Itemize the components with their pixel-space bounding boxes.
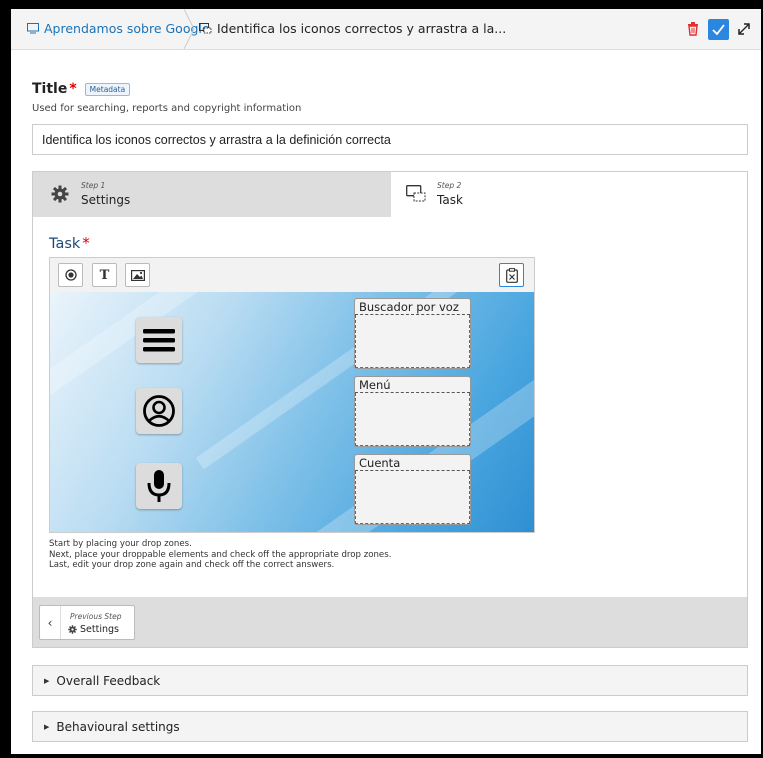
tab-task[interactable]: Step 2 Task xyxy=(391,172,747,217)
wizard-panel: Step 1 Settings Step 2 Task Task * T Bus… xyxy=(32,171,748,648)
help-line: Last, edit your drop zone again and chec… xyxy=(49,560,335,570)
editor-help-text: Start by placing your drop zones. Next, … xyxy=(49,539,391,571)
fullscreen-icon[interactable] xyxy=(737,22,751,36)
drop-zone[interactable]: Cuenta xyxy=(354,454,471,525)
tab-task-step: Step 2 xyxy=(437,181,462,190)
draggable-menu[interactable] xyxy=(136,317,182,363)
drag-drop-editor: T Buscador por voz Menú Cuenta xyxy=(49,257,535,533)
draggable-microphone[interactable] xyxy=(136,463,182,509)
chevron-left-icon: ‹ xyxy=(40,606,61,639)
drop-zone-area xyxy=(355,315,470,368)
account-icon xyxy=(143,395,175,427)
previous-step-caption: Previous Step xyxy=(70,612,122,621)
wizard-footer: ‹ Previous Step Settings xyxy=(33,597,747,647)
editor-frame: Aprendamos sobre Google Identifica los i… xyxy=(11,9,761,754)
target-icon xyxy=(64,269,77,281)
tab-settings-step: Step 1 xyxy=(81,181,106,190)
task-canvas[interactable]: Buscador por voz Menú Cuenta xyxy=(50,292,534,532)
editor-toolbar: T xyxy=(50,258,534,293)
task-label: Task * xyxy=(49,234,90,252)
add-dropzone-button[interactable] xyxy=(58,263,83,287)
drag-drop-icon xyxy=(199,23,212,34)
gear-icon xyxy=(68,625,77,634)
tab-settings[interactable]: Step 1 Settings xyxy=(33,172,391,217)
image-icon xyxy=(130,269,145,281)
metadata-button[interactable]: Metadata xyxy=(84,82,131,96)
top-bar: Aprendamos sobre Google Identifica los i… xyxy=(11,9,761,50)
title-help-text: Used for searching, reports and copyrigh… xyxy=(32,103,302,114)
tab-settings-label: Settings xyxy=(81,193,131,207)
title-label-text: Title xyxy=(32,81,68,97)
breadcrumb-separator xyxy=(183,9,195,49)
caret-right-icon: ▶ xyxy=(44,722,50,731)
drop-zone-area xyxy=(355,393,470,446)
breadcrumb-activity-label: Identifica los iconos correctos y arrast… xyxy=(217,21,507,36)
behavioural-settings-accordion[interactable]: ▶ Behavioural settings xyxy=(32,711,748,742)
drag-drop-icon xyxy=(406,185,426,202)
required-mark: * xyxy=(69,81,77,97)
required-mark: * xyxy=(82,234,90,252)
drop-zone-label: Menú xyxy=(355,377,470,393)
drop-zone[interactable]: Menú xyxy=(354,376,471,447)
accordion-label: Overall Feedback xyxy=(56,673,161,688)
overall-feedback-accordion[interactable]: ▶ Overall Feedback xyxy=(32,665,748,696)
accordion-label: Behavioural settings xyxy=(56,719,180,734)
save-button[interactable] xyxy=(708,19,729,40)
clear-task-button[interactable] xyxy=(499,263,524,287)
task-label-text: Task xyxy=(49,236,81,252)
menu-icon xyxy=(143,329,175,352)
text-icon: T xyxy=(99,267,110,283)
add-text-button[interactable]: T xyxy=(92,263,117,287)
title-label: Title * Metadata xyxy=(32,81,131,97)
previous-step-name: Settings xyxy=(68,624,119,635)
caret-right-icon: ▶ xyxy=(44,676,50,685)
breadcrumb-activity[interactable]: Identifica los iconos correctos y arrast… xyxy=(199,21,506,36)
previous-step-label: Settings xyxy=(80,624,119,635)
drop-zone-label: Cuenta xyxy=(355,455,470,471)
draggable-account[interactable] xyxy=(136,388,182,434)
trash-icon[interactable] xyxy=(687,22,699,36)
microphone-icon xyxy=(147,470,171,502)
help-line: Next, place your droppable elements and … xyxy=(49,549,392,560)
screen-icon xyxy=(27,23,39,34)
tab-task-label: Task xyxy=(437,193,463,207)
help-line: Start by placing your drop zones. xyxy=(49,539,192,549)
title-input[interactable]: Identifica los iconos correctos y arrast… xyxy=(32,124,748,155)
drop-zone-label: Buscador por voz xyxy=(355,299,470,315)
clipboard-clear-icon xyxy=(505,267,518,283)
previous-step-button[interactable]: ‹ Previous Step Settings xyxy=(39,605,135,640)
drop-zone-area xyxy=(355,471,470,524)
drop-zone[interactable]: Buscador por voz xyxy=(354,298,471,369)
add-image-button[interactable] xyxy=(125,263,150,287)
check-icon xyxy=(712,24,725,35)
gear-icon xyxy=(51,185,69,203)
